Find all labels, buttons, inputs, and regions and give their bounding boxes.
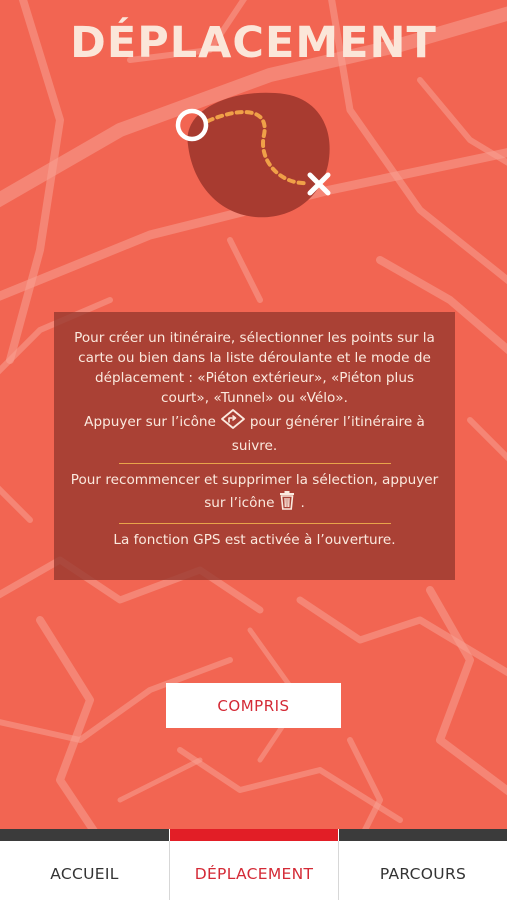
reset-instructions-end: . — [300, 495, 305, 511]
tab-deplacement[interactable]: DÉPLACEMENT — [170, 829, 338, 900]
tab-label: ACCUEIL — [50, 865, 119, 883]
route-instructions-text: Pour créer un itinéraire, sélectionner l… — [74, 330, 435, 406]
route-illustration — [175, 92, 331, 218]
trash-icon — [278, 490, 296, 516]
instructions-paragraph-route: Pour créer un itinéraire, sélectionner l… — [54, 312, 455, 456]
page-title: DÉPLACEMENT — [70, 18, 437, 68]
map-blob-shape — [187, 92, 330, 218]
compris-button[interactable]: COMPRIS — [166, 683, 341, 728]
tab-label: PARCOURS — [379, 865, 467, 883]
tab-bar: ACCUEIL DÉPLACEMENT PARCOURS — [0, 829, 507, 900]
instructions-box: Pour créer un itinéraire, sélectionner l… — [54, 312, 455, 580]
screen: DÉPLACEMENT Pour créer un itinéraire, sé… — [0, 0, 507, 900]
instructions-paragraph-reset: Pour recommencer et supprimer la sélecti… — [54, 464, 455, 516]
tab-label: DÉPLACEMENT — [194, 865, 314, 883]
route-icon-suffix: pour générer l’itinéraire à suivre. — [231, 414, 425, 454]
tab-indicator — [339, 829, 507, 841]
route-diamond-icon — [220, 408, 246, 436]
tab-parcours[interactable]: PARCOURS — [339, 829, 507, 900]
gps-info-text: La fonction GPS est activée à l’ouvertur… — [113, 532, 396, 548]
reset-instructions-text: Pour recommencer et supprimer la sélecti… — [70, 472, 439, 511]
tab-indicator — [0, 829, 169, 841]
route-icon-prefix: Appuyer sur l’icône — [84, 414, 216, 430]
tab-accueil[interactable]: ACCUEIL — [0, 829, 169, 900]
tab-indicator-active — [170, 829, 338, 841]
